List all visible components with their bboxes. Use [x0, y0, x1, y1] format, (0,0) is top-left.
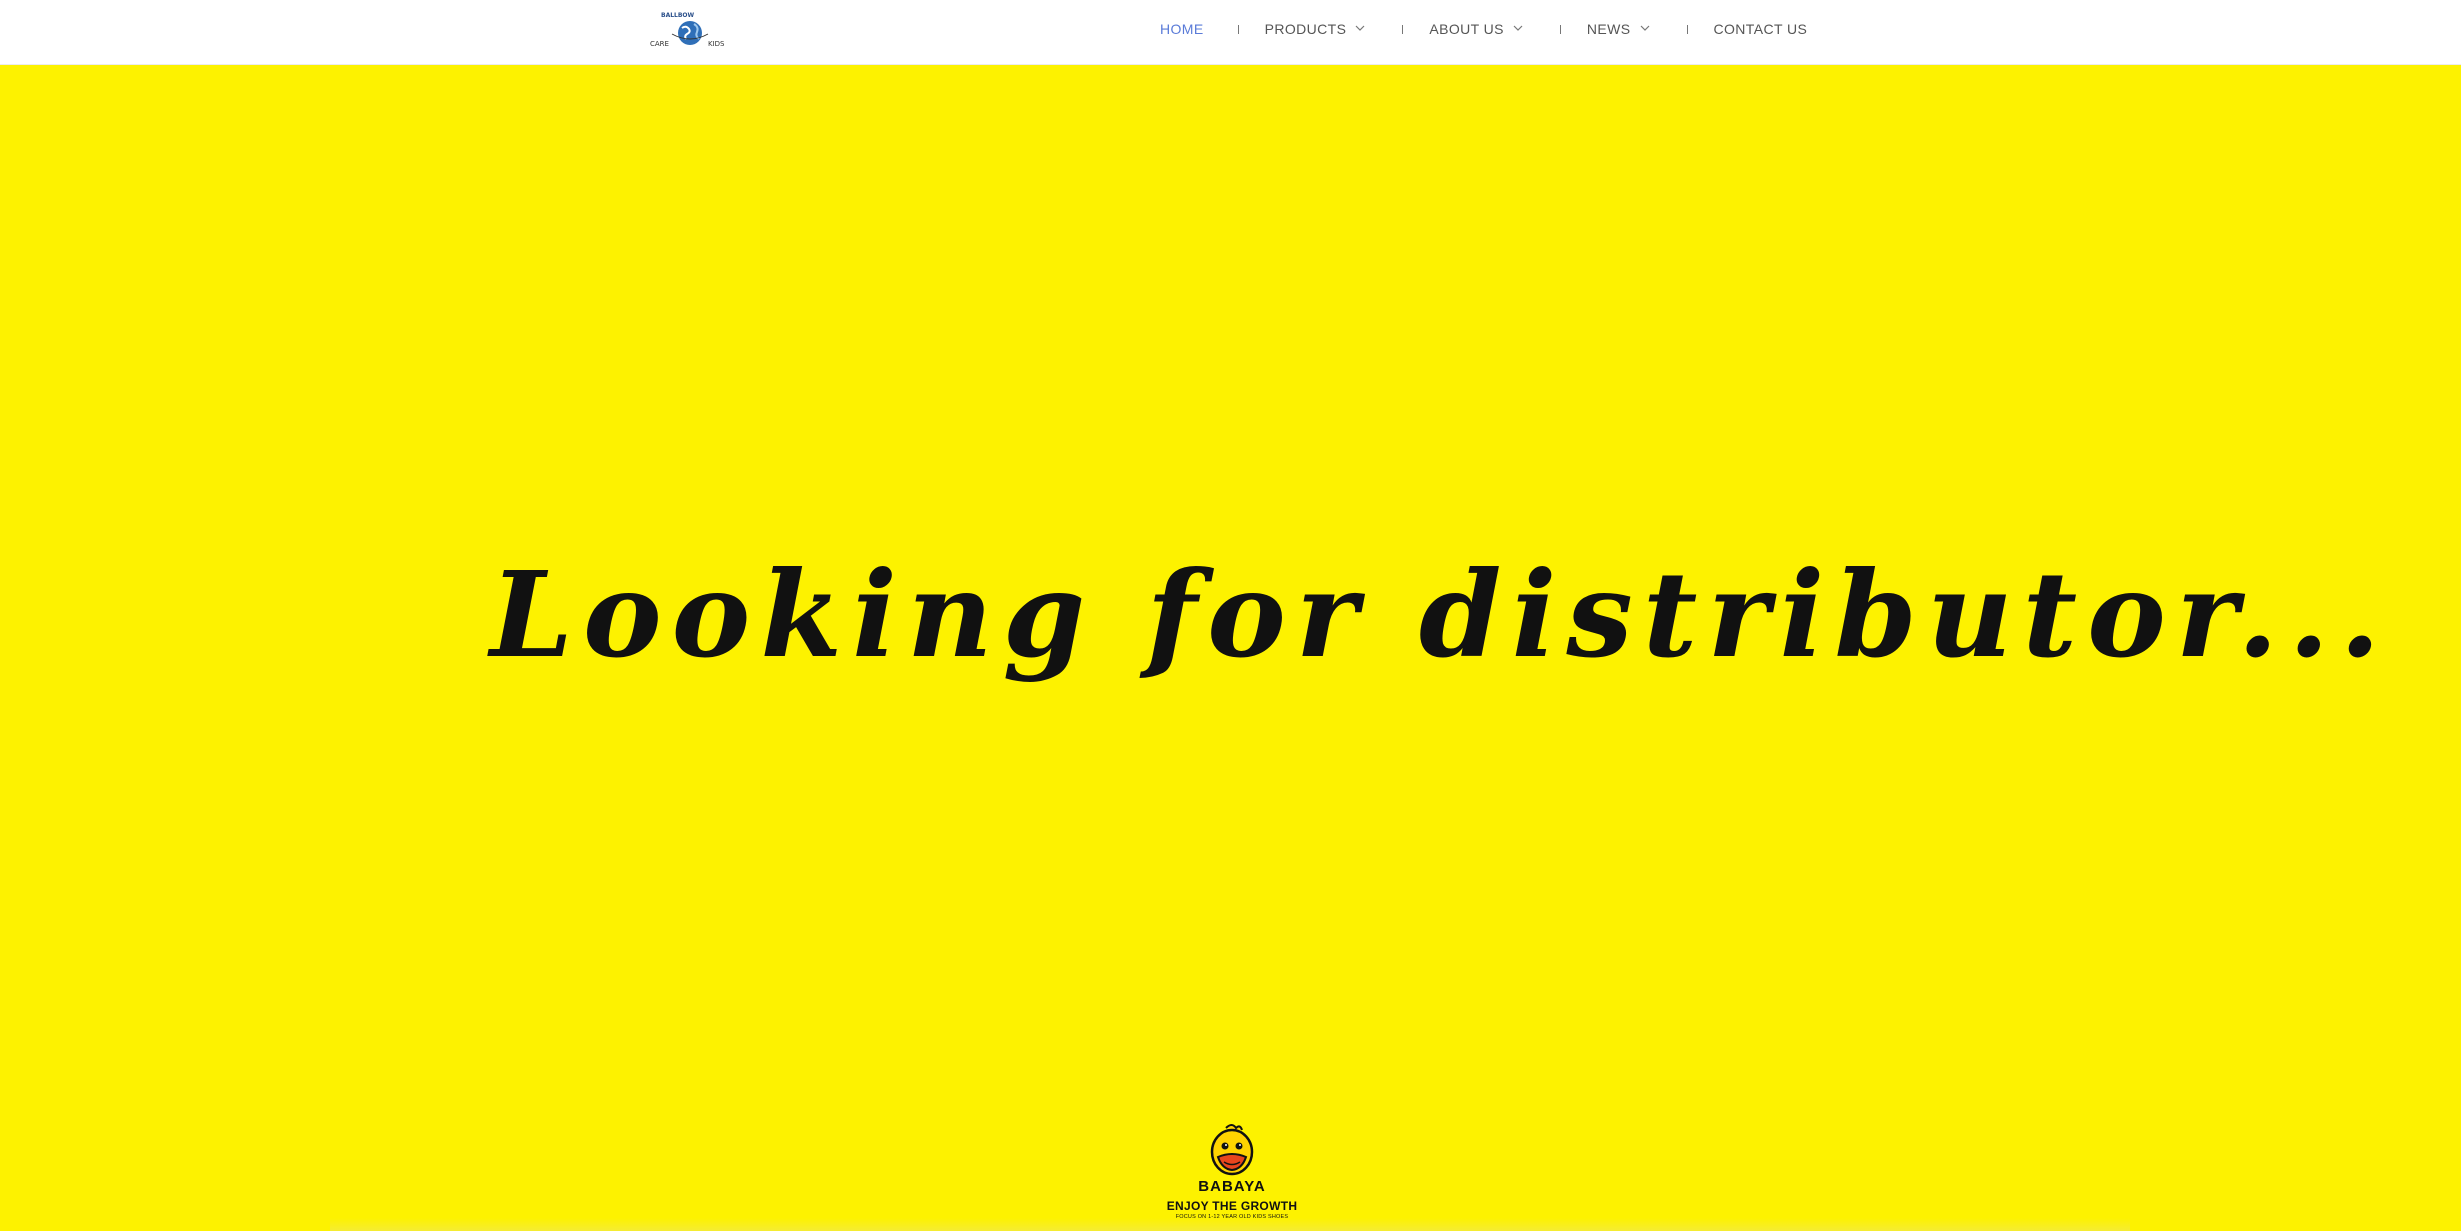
nav-item-label: HOME [1160, 21, 1204, 37]
brand-slogan: ENJOY THE GROWTH [1166, 1199, 1298, 1213]
brand-name: BABAYA [1198, 1178, 1266, 1195]
svg-text:BALLBOW: BALLBOW [661, 12, 695, 19]
brand-badge: BABAYA ENJOY THE GROWTH FOCUS ON 1-12 YE… [1150, 1122, 1314, 1228]
site-header: BALLBOW CARE KIDS HOME PRODUCTS ABOUT US [0, 0, 2461, 65]
svg-text:CARE: CARE [650, 40, 669, 48]
nav-separator [1559, 24, 1561, 34]
nav-separator [1402, 24, 1404, 34]
site-logo[interactable]: BALLBOW CARE KIDS [648, 6, 732, 52]
nav-item-contact-us[interactable]: CONTACT US [1714, 21, 1808, 37]
nav-item-news[interactable]: NEWS [1587, 21, 1653, 37]
nav-item-about-us[interactable]: ABOUT US [1429, 21, 1526, 37]
nav-separator [1686, 24, 1688, 34]
nav-item-label: PRODUCTS [1264, 21, 1347, 37]
nav-item-label: ABOUT US [1429, 21, 1504, 37]
nav-separator [1237, 24, 1239, 34]
main-nav: HOME PRODUCTS ABOUT US NEWS CONTACT US [1160, 0, 1807, 58]
hero-headline: Looking for distributor... [490, 545, 2391, 684]
nav-item-label: NEWS [1586, 21, 1631, 37]
nav-item-home[interactable]: HOME [1160, 21, 1204, 37]
chevron-down-icon [1512, 24, 1526, 34]
chevron-down-icon [1354, 24, 1368, 34]
nav-item-products[interactable]: PRODUCTS [1265, 21, 1369, 37]
duck-mascot-icon [1210, 1124, 1254, 1176]
bottom-shadow [330, 1218, 2130, 1231]
globe-logo-icon: BALLBOW CARE KIDS [650, 12, 725, 48]
svg-text:KIDS: KIDS [708, 40, 725, 48]
nav-item-label: CONTACT US [1713, 21, 1808, 37]
chevron-down-icon [1639, 24, 1653, 34]
